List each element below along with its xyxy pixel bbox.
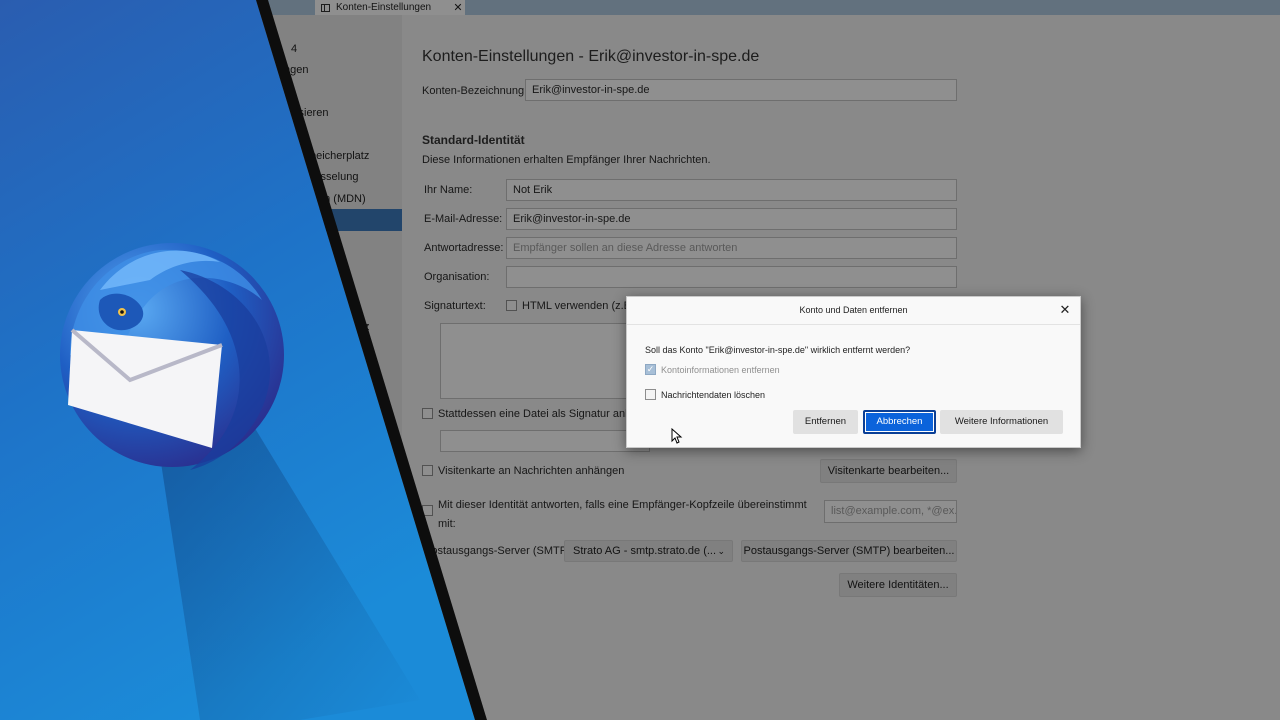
remove-account-info-option[interactable]: ✓ Kontoinformationen entfernen	[645, 364, 780, 375]
more-information-button[interactable]: Weitere Informationen	[940, 410, 1063, 434]
close-icon[interactable]: ✕	[1058, 303, 1072, 317]
delete-message-data-checkbox[interactable]	[645, 389, 656, 400]
dialog-title: Konto und Daten entfernen	[627, 297, 1080, 325]
dialog-message: Soll das Konto "Erik@investor-in-spe.de"…	[645, 345, 911, 355]
cancel-button[interactable]: Abbrechen	[863, 410, 936, 434]
mouse-cursor-icon	[671, 428, 683, 444]
remove-button[interactable]: Entfernen	[793, 410, 858, 434]
checkmark-icon[interactable]: ✓	[645, 364, 656, 375]
remove-account-info-label: Kontoinformationen entfernen	[661, 364, 780, 375]
delete-message-data-option[interactable]: Nachrichtendaten löschen	[645, 389, 765, 400]
delete-message-data-label: Nachrichtendaten löschen	[661, 389, 766, 400]
remove-account-dialog: Konto und Daten entfernen ✕ Soll das Kon…	[626, 296, 1081, 448]
